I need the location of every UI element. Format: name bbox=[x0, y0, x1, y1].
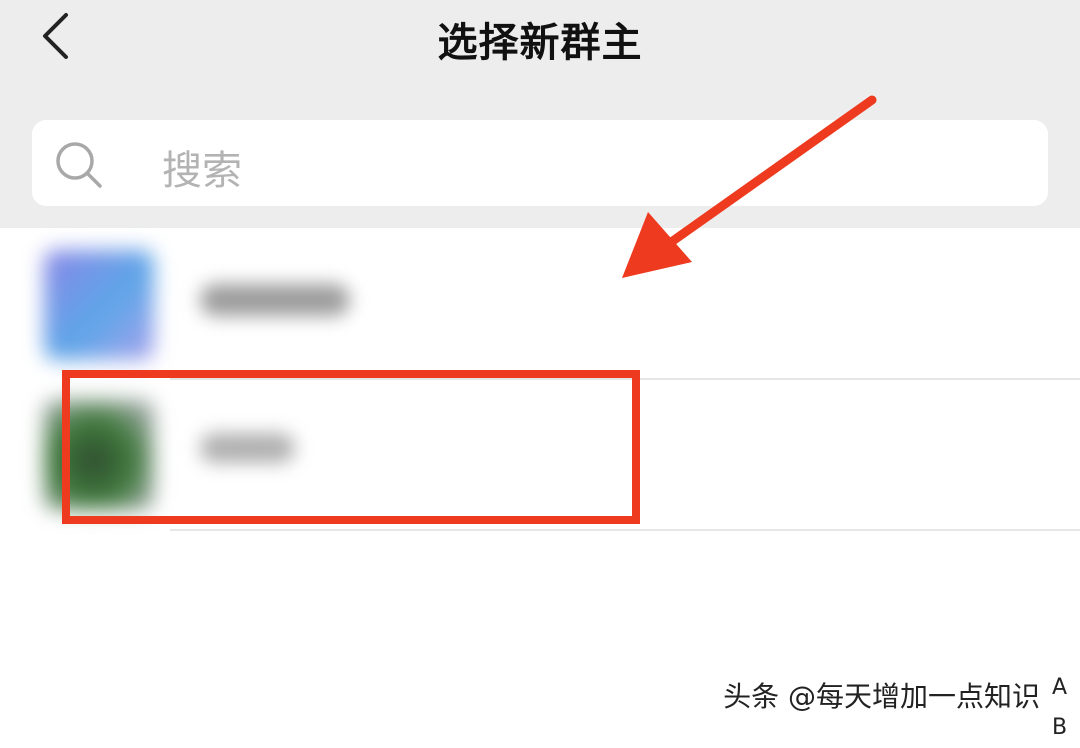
search-bar[interactable]: 搜索 bbox=[32, 120, 1048, 206]
watermark: 头条 @每天增加一点知识 bbox=[723, 680, 1040, 713]
page-title: 选择新群主 bbox=[437, 20, 643, 66]
blurred-member-name bbox=[200, 284, 350, 316]
avatar bbox=[44, 250, 154, 360]
divider bbox=[170, 529, 1080, 531]
highlight-box bbox=[62, 370, 640, 524]
search-input[interactable]: 搜索 bbox=[162, 138, 242, 196]
alphabet-index[interactable]: A B bbox=[1052, 668, 1067, 748]
top-header: 选择新群主 搜索 bbox=[0, 0, 1080, 228]
annotation-arrow bbox=[622, 95, 877, 278]
search-icon bbox=[56, 142, 102, 188]
index-letter-b[interactable]: B bbox=[1052, 708, 1067, 748]
index-letter-a[interactable]: A bbox=[1052, 668, 1067, 708]
list-item[interactable] bbox=[0, 228, 1080, 378]
